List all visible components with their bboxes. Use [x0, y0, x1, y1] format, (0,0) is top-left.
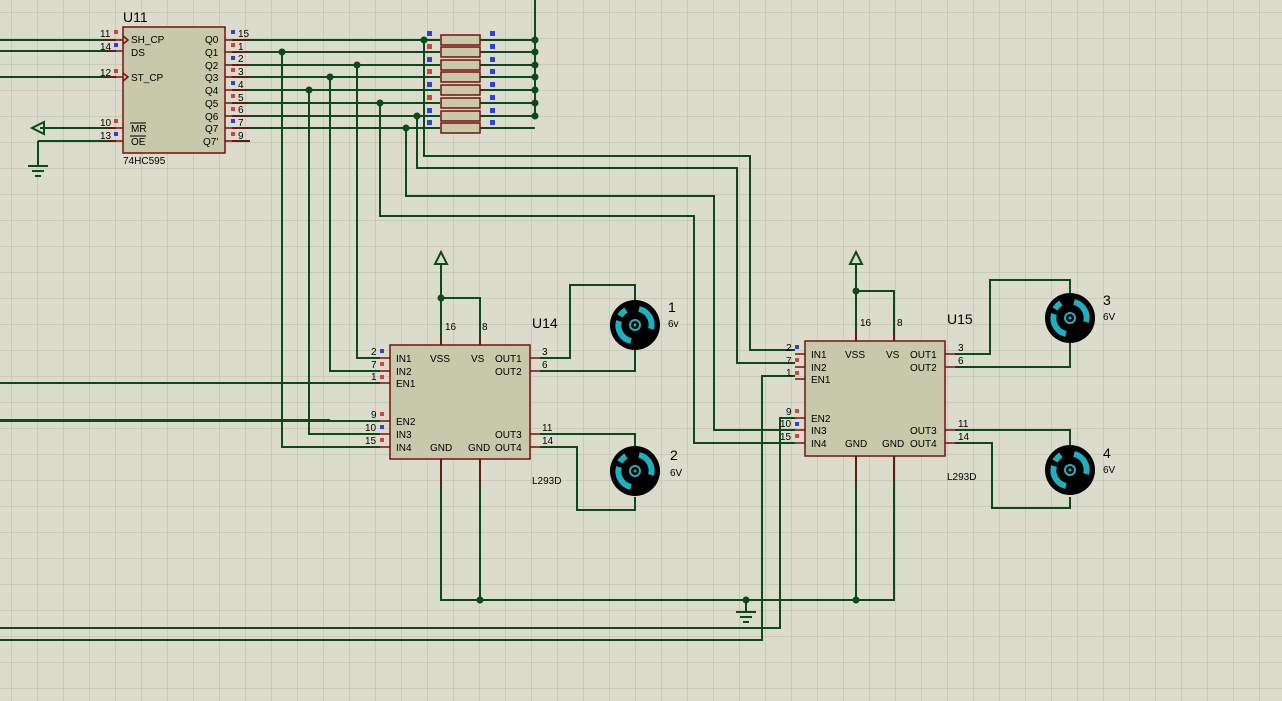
u14-pin-num-in4: 15: [365, 436, 377, 447]
u14-label-vs: VS: [471, 354, 485, 365]
u11-pin-name-q6: Q6: [205, 112, 219, 123]
u14-pin-num-in2: 7: [371, 360, 377, 371]
u14-part: L293D: [532, 476, 561, 487]
u11-pin-num-q3: 3: [238, 67, 244, 78]
u14-pin-name-en1: EN1: [396, 379, 416, 390]
u11-pin-name-ds: DS: [131, 48, 145, 59]
u11-pin-num-q4: 4: [238, 80, 244, 91]
u11-pin-num-q2: 2: [238, 54, 244, 65]
motor-4-voltage: 6V: [1103, 465, 1116, 476]
u11-pin-num-q5: 5: [238, 93, 244, 104]
u11-pin-name-q2: Q2: [205, 61, 219, 72]
u14-pin-name-out1: OUT1: [495, 354, 522, 365]
u11-pin-name-q1: Q1: [205, 48, 219, 59]
u14-pin-num-out4: 14: [542, 436, 554, 447]
motor-3-voltage: 6V: [1103, 312, 1116, 323]
u15-pin-num-en1: 1: [786, 368, 792, 379]
u15-pin-name-en2: EN2: [811, 414, 831, 425]
u11-ref: U11: [123, 9, 148, 25]
motor-2-voltage: 6V: [670, 468, 683, 479]
u14-pin-name-in1: IN1: [396, 354, 412, 365]
u11-pin-name-q4: Q4: [205, 86, 219, 97]
u15-label-vs: VS: [886, 350, 900, 361]
u15-pin-num-en2: 9: [786, 407, 792, 418]
u15-pin-num-vs: 8: [897, 318, 903, 329]
u15-pin-name-in1: IN1: [811, 350, 827, 361]
u14-pin-name-out4: OUT4: [495, 443, 522, 454]
u14-pin-num-vss: 16: [445, 322, 457, 333]
u15-label-gnd-1: GND: [845, 439, 867, 450]
u11-pin-name-q5: Q5: [205, 99, 219, 110]
u15-pin-name-in2: IN2: [811, 363, 827, 374]
u14-pin-name-in2: IN2: [396, 367, 412, 378]
u15-pin-name-out4: OUT4: [910, 439, 937, 450]
u11-pin-num-stcp: 12: [100, 68, 112, 79]
u11-pin-name-shcp: SH_CP: [131, 35, 165, 46]
u15-pin-num-out2: 6: [958, 356, 964, 367]
u14-ref: U14: [532, 315, 558, 331]
u14-pin-num-out3: 11: [542, 423, 553, 434]
u14-label-vss: VSS: [430, 354, 450, 365]
u15-pin-num-vss: 16: [860, 318, 872, 329]
motor-4-ref: 4: [1103, 445, 1111, 461]
u15-label-gnd-2: GND: [882, 439, 904, 450]
u11-pin-num-mr: 10: [100, 118, 112, 129]
u15-part: L293D: [947, 472, 976, 483]
u11-part: 74HC595: [123, 156, 166, 167]
u11-pin-num-q0: 15: [238, 29, 250, 40]
u15-pin-num-in1: 2: [786, 343, 792, 354]
u11-pin-num-q1: 1: [238, 42, 244, 53]
u11-pin-num-q7p: 9: [238, 131, 244, 142]
motor-2-ref: 2: [670, 447, 678, 463]
u11-pin-name-oe: OE: [131, 137, 146, 148]
u11-pin-name-q7: Q7: [205, 124, 219, 135]
u11-pin-num-shcp: 11: [100, 29, 111, 40]
u14-pin-num-en2: 9: [371, 410, 377, 421]
u11-pin-name-stcp: ST_CP: [131, 73, 164, 84]
u15-pin-name-out2: OUT2: [910, 363, 937, 374]
u11-pin-num-oe: 13: [100, 131, 112, 142]
u14-pin-num-in3: 10: [365, 423, 377, 434]
u15-pin-num-in2: 7: [786, 356, 792, 367]
u14-pin-num-out2: 6: [542, 360, 548, 371]
u14-label-gnd-1: GND: [430, 443, 452, 454]
u15-ref: U15: [947, 311, 973, 327]
motor-1-ref: 1: [668, 299, 676, 315]
u15-pin-name-en1: EN1: [811, 375, 831, 386]
u11-pin-name-q7p: Q7': [203, 137, 218, 148]
u15-pin-name-in4: IN4: [811, 439, 827, 450]
u14-pin-name-out2: OUT2: [495, 367, 522, 378]
u15-pin-name-out3: OUT3: [910, 426, 937, 437]
u14-pin-name-in4: IN4: [396, 443, 412, 454]
u15-pin-name-out1: OUT1: [910, 350, 937, 361]
u14-pin-num-vs: 8: [482, 322, 488, 333]
u14-pin-num-en1: 1: [371, 372, 377, 383]
u11-pin-num-q7: 7: [238, 118, 244, 129]
u11-pin-name-q0: Q0: [205, 35, 219, 46]
u14-pin-name-out3: OUT3: [495, 430, 522, 441]
u14-pin-name-en2: EN2: [396, 417, 416, 428]
u15-pin-num-out4: 14: [958, 432, 970, 443]
u11-pin-name-q3: Q3: [205, 73, 219, 84]
u15-pin-num-out3: 11: [958, 419, 969, 430]
u15-pin-name-in3: IN3: [811, 426, 827, 437]
u11-pin-num-q6: 6: [238, 105, 244, 116]
schematic-canvas[interactable]: U11 74HC595 11 14 12 10 13 SH_CP DS ST_C…: [0, 0, 1282, 701]
u11-pin-num-ds: 14: [100, 42, 112, 53]
u15-label-vss: VSS: [845, 350, 865, 361]
u14-label-gnd-2: GND: [468, 443, 490, 454]
motor-3-ref: 3: [1103, 292, 1111, 308]
u14-pin-num-in1: 2: [371, 347, 377, 358]
u15-pin-num-in3: 10: [780, 419, 792, 430]
u11-pin-name-mr: MR: [131, 124, 147, 135]
u14-pin-name-in3: IN3: [396, 430, 412, 441]
u15-pin-num-in4: 15: [780, 432, 792, 443]
u15-pin-num-out1: 3: [958, 343, 964, 354]
u14-pin-num-out1: 3: [542, 347, 548, 358]
motor-1-voltage: 6v: [668, 319, 679, 330]
